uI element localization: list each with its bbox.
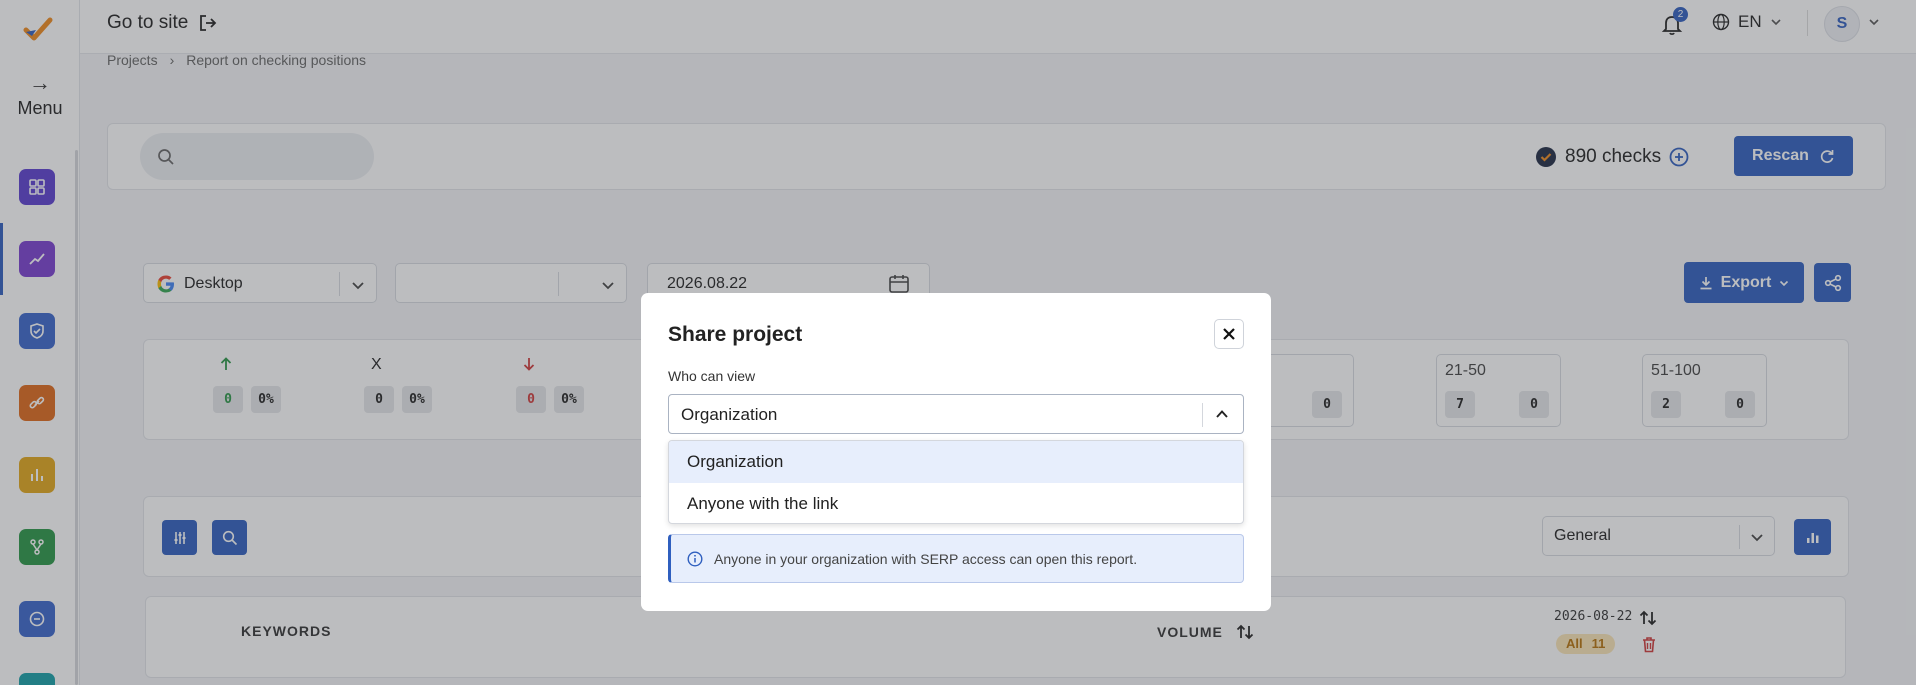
visibility-options-menu: Organization Anyone with the link (668, 440, 1244, 524)
close-button[interactable] (1214, 319, 1244, 349)
who-can-view-label: Who can view (668, 368, 756, 384)
chevron-up-icon (1216, 410, 1228, 418)
visibility-value: Organization (681, 405, 778, 424)
info-notice: Anyone in your organization with SERP ac… (668, 534, 1244, 583)
modal-title: Share project (668, 323, 803, 346)
close-icon (1223, 328, 1235, 340)
info-icon (687, 550, 703, 567)
info-text: Anyone in your organization with SERP ac… (714, 550, 1138, 567)
select-divider (1202, 403, 1203, 427)
share-project-modal: Share project Who can view Organization … (641, 293, 1271, 611)
visibility-select[interactable]: Organization (668, 394, 1244, 434)
option-anyone-with-link[interactable]: Anyone with the link (669, 483, 1243, 523)
option-organization[interactable]: Organization (669, 441, 1243, 483)
